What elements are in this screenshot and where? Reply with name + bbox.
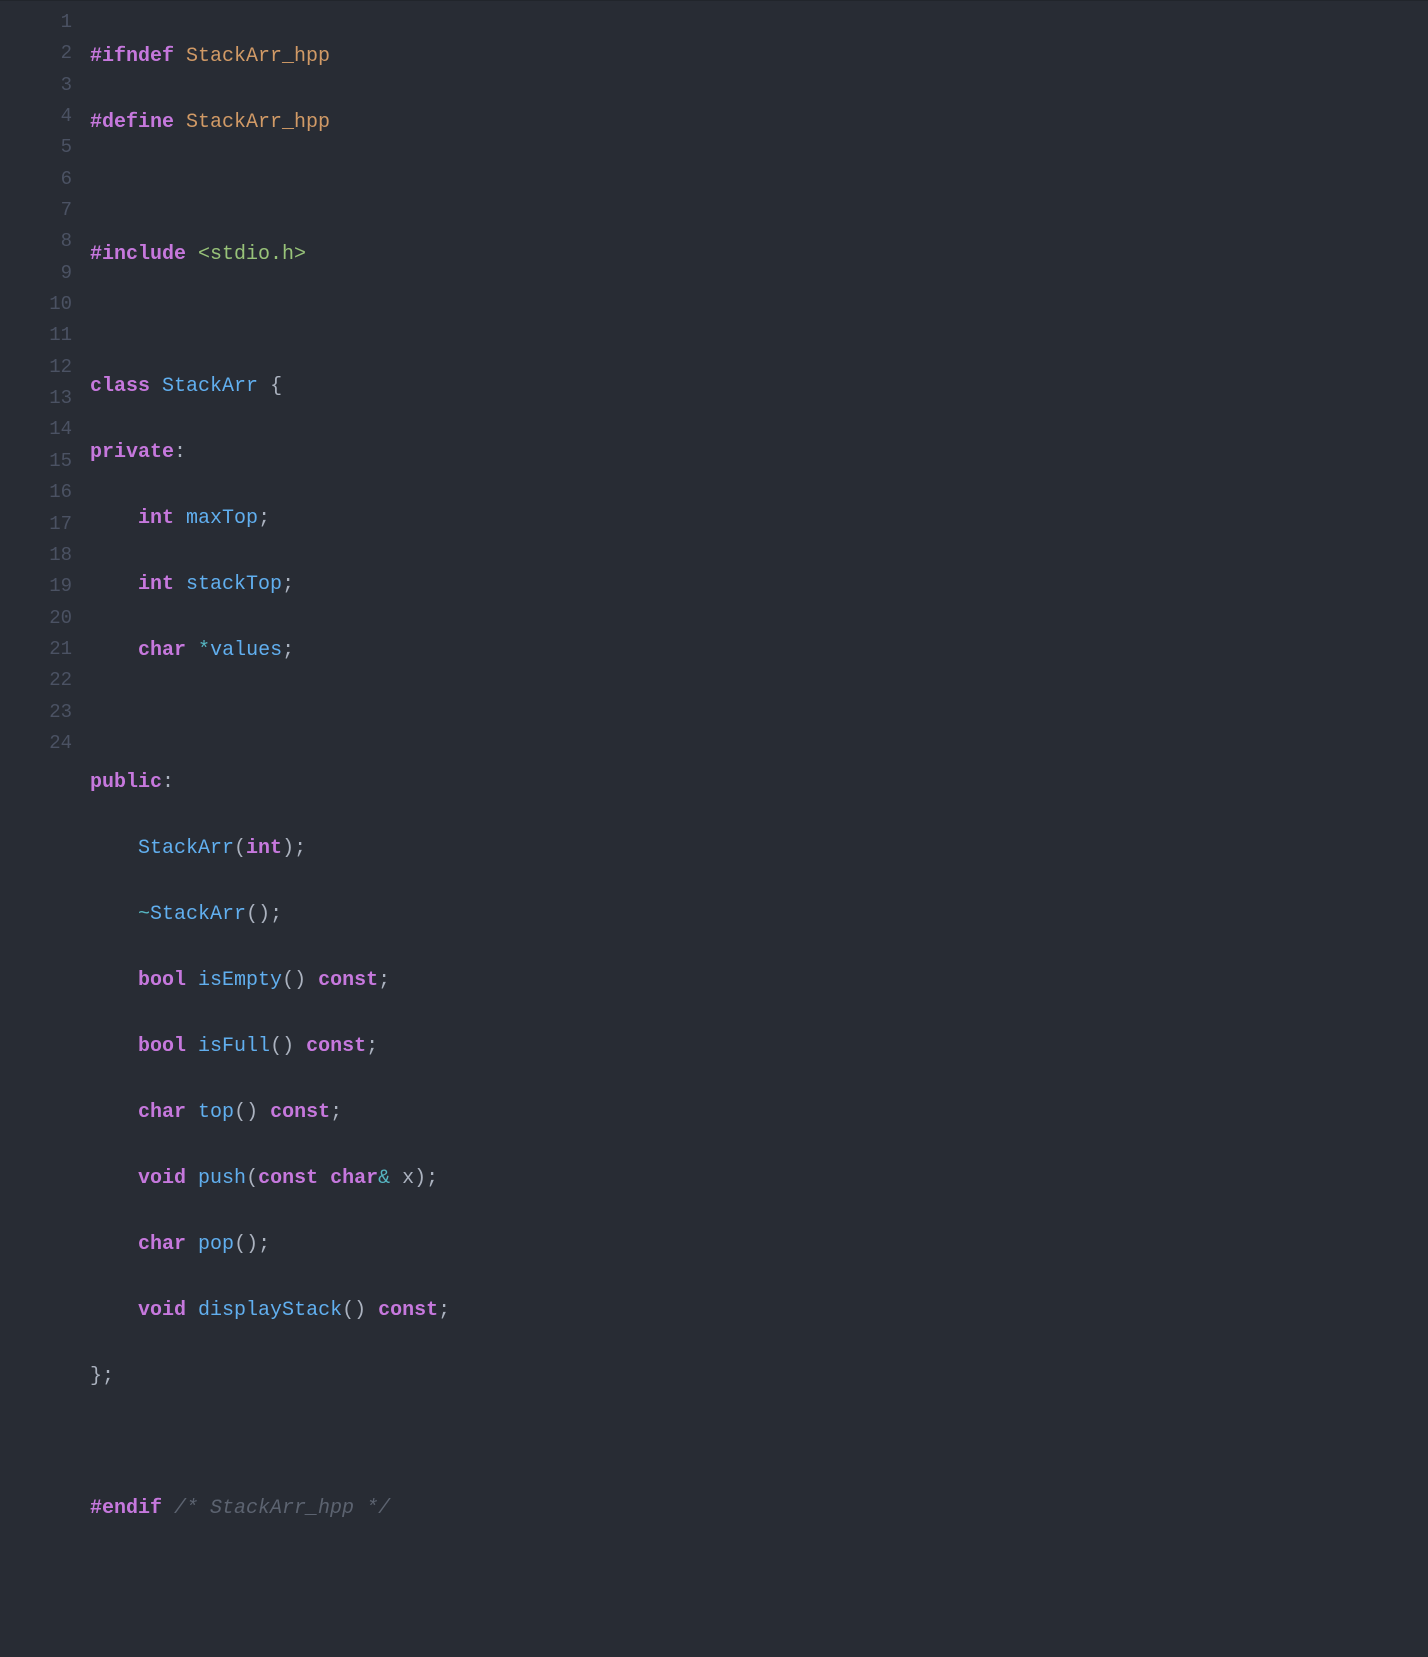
code-line[interactable]: bool isEmpty() const;: [90, 964, 1428, 997]
line-number: 11: [0, 320, 72, 351]
keyword-private: private: [90, 441, 174, 464]
fn-pop: pop: [198, 1233, 234, 1256]
line-number: 12: [0, 352, 72, 383]
keyword-public: public: [90, 771, 162, 794]
code-line[interactable]: char top() const;: [90, 1096, 1428, 1129]
code-line[interactable]: #endif /* StackArr_hpp */: [90, 1492, 1428, 1525]
code-line[interactable]: public:: [90, 766, 1428, 799]
line-number: 15: [0, 446, 72, 477]
code-line[interactable]: char *values;: [90, 634, 1428, 667]
line-number: 16: [0, 477, 72, 508]
fn-push: push: [198, 1167, 246, 1190]
destructor: StackArr: [150, 903, 246, 926]
line-number: 24: [0, 728, 72, 759]
code-line[interactable]: #define StackArr_hpp: [90, 106, 1428, 139]
keyword-char: char: [138, 639, 186, 662]
reference-amp: &: [378, 1167, 390, 1190]
fn-displayStack: displayStack: [198, 1299, 342, 1322]
brace-close: };: [90, 1365, 114, 1388]
param-x: x: [390, 1167, 414, 1190]
code-line[interactable]: class StackArr {: [90, 370, 1428, 403]
code-line[interactable]: private:: [90, 436, 1428, 469]
macro-name: StackArr_hpp: [186, 45, 330, 68]
line-number: 14: [0, 414, 72, 445]
code-line[interactable]: void push(const char& x);: [90, 1162, 1428, 1195]
line-number: 17: [0, 509, 72, 540]
code-line[interactable]: void displayStack() const;: [90, 1294, 1428, 1327]
comment: /* StackArr_hpp */: [174, 1497, 390, 1520]
line-number: 6: [0, 164, 72, 195]
class-name: StackArr: [162, 375, 258, 398]
code-line[interactable]: [90, 700, 1428, 733]
code-line[interactable]: [90, 1426, 1428, 1459]
keyword-class: class: [90, 375, 150, 398]
member-maxTop: maxTop: [186, 507, 258, 530]
fn-isEmpty: isEmpty: [198, 969, 282, 992]
keyword-int: int: [138, 573, 174, 596]
line-number: 22: [0, 665, 72, 696]
line-number: 18: [0, 540, 72, 571]
line-number: 9: [0, 258, 72, 289]
fn-top: top: [198, 1101, 234, 1124]
pointer-star: *: [198, 639, 210, 662]
preprocessor-define: #define: [90, 111, 174, 134]
code-line[interactable]: [90, 304, 1428, 337]
code-line[interactable]: };: [90, 1360, 1428, 1393]
fn-isFull: isFull: [198, 1035, 270, 1058]
member-stackTop: stackTop: [186, 573, 282, 596]
line-number: 13: [0, 383, 72, 414]
line-number: 3: [0, 70, 72, 101]
code-area[interactable]: #ifndef StackArr_hpp #define StackArr_hp…: [90, 1, 1428, 850]
preprocessor-endif: #endif: [90, 1497, 162, 1520]
code-line[interactable]: char pop();: [90, 1228, 1428, 1261]
constructor: StackArr: [138, 837, 234, 860]
preprocessor-include: #include: [90, 243, 186, 266]
code-line[interactable]: int maxTop;: [90, 502, 1428, 535]
code-line[interactable]: [90, 1558, 1428, 1591]
line-number: 20: [0, 603, 72, 634]
member-values: values: [210, 639, 282, 662]
code-line[interactable]: StackArr(int);: [90, 832, 1428, 865]
line-number: 23: [0, 697, 72, 728]
code-line[interactable]: [90, 172, 1428, 205]
include-file: <stdio.h>: [198, 243, 306, 266]
line-number: 10: [0, 289, 72, 320]
line-number-gutter: 1 2 3 4 5 6 7 8 9 10 11 12 13 14 15 16 1…: [0, 1, 90, 850]
code-line[interactable]: int stackTop;: [90, 568, 1428, 601]
code-line[interactable]: #ifndef StackArr_hpp: [90, 40, 1428, 73]
line-number: 2: [0, 38, 72, 69]
line-number: 1: [0, 7, 72, 38]
brace-open: {: [270, 375, 282, 398]
code-line[interactable]: bool isFull() const;: [90, 1030, 1428, 1063]
code-line[interactable]: ~StackArr();: [90, 898, 1428, 931]
keyword-int: int: [138, 507, 174, 530]
line-number: 7: [0, 195, 72, 226]
line-number: 8: [0, 226, 72, 257]
code-line[interactable]: #include <stdio.h>: [90, 238, 1428, 271]
code-editor[interactable]: 1 2 3 4 5 6 7 8 9 10 11 12 13 14 15 16 1…: [0, 0, 1428, 850]
line-number: 4: [0, 101, 72, 132]
destructor-tilde: ~: [138, 903, 150, 926]
line-number: 19: [0, 571, 72, 602]
line-number: 21: [0, 634, 72, 665]
macro-name: StackArr_hpp: [186, 111, 330, 134]
preprocessor-ifndef: #ifndef: [90, 45, 174, 68]
line-number: 5: [0, 132, 72, 163]
